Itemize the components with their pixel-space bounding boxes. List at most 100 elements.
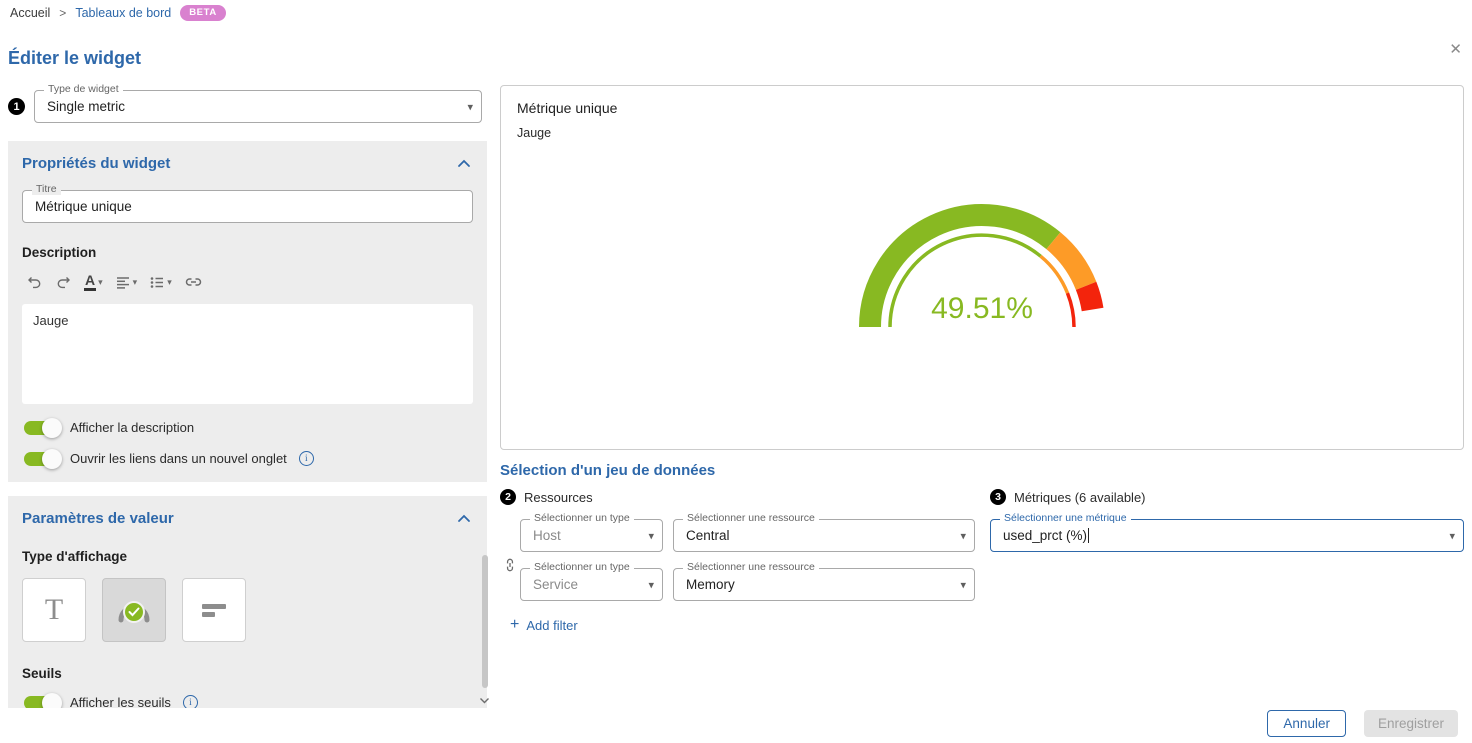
metrics-heading: 3 Métriques (6 available) — [990, 489, 1464, 505]
properties-panel: Propriétés du widget Titre Métrique uniq… — [8, 141, 487, 482]
resource-label: Sélectionner une ressource — [683, 562, 819, 573]
metrics-column: 3 Métriques (6 available) Sélectionner u… — [990, 489, 1464, 633]
bullet-list-icon — [149, 274, 165, 291]
link-icon[interactable] — [180, 271, 207, 293]
resource-select[interactable]: Sélectionner une ressource Memory ▾ — [673, 568, 975, 601]
gauge-chart: 49.51% — [842, 182, 1122, 337]
add-filter-label: Add filter — [526, 618, 577, 633]
chevron-down-icon: ▾ — [1449, 529, 1455, 542]
widget-type-select[interactable]: Type de widget Single metric ▾ — [34, 90, 482, 123]
metric-select-label: Sélectionner une métrique — [1000, 513, 1131, 524]
info-glyph: i — [189, 698, 192, 708]
open-links-toggle[interactable] — [24, 452, 58, 466]
footer-actions: Annuler Enregistrer — [1267, 710, 1458, 737]
widget-type-label: Type de widget — [44, 84, 123, 95]
cancel-button[interactable]: Annuler — [1267, 710, 1346, 737]
gauge-inner-arc-critical — [1068, 293, 1075, 327]
show-description-row: Afficher la description — [22, 420, 473, 435]
gauge-segment-warning — [1053, 241, 1086, 286]
value-params-panel: Paramètres de valeur Type d'affichage T — [8, 496, 487, 708]
step-2-badge: 2 — [500, 489, 516, 505]
resource-row: Sélectionner un type Service ▾ Sélection… — [520, 568, 990, 601]
font-color-button[interactable]: A ▾ — [80, 270, 107, 294]
show-thresholds-row: Afficher les seuils i — [22, 695, 473, 708]
check-icon — [123, 601, 145, 623]
title-input-value: Métrique unique — [35, 199, 132, 214]
display-type-label: Type d'affichage — [22, 549, 473, 564]
chevron-down-icon: ▾ — [648, 578, 654, 591]
add-filter-button[interactable]: + Add filter — [500, 617, 990, 633]
widget-type-value: Single metric — [47, 99, 125, 114]
breadcrumb: Accueil > Tableaux de bord BETA — [10, 5, 226, 21]
breadcrumb-dashboards-link[interactable]: Tableaux de bord — [75, 6, 171, 20]
align-button[interactable]: ▾ — [111, 271, 142, 294]
text-display-icon: T — [45, 593, 63, 627]
show-thresholds-toggle[interactable] — [24, 696, 58, 709]
scrollbar[interactable] — [482, 555, 488, 688]
page-title: Éditer le widget — [8, 48, 141, 69]
resource-type-value: Host — [533, 528, 561, 543]
widget-preview: Métrique unique Jauge 49.51% — [500, 85, 1464, 450]
show-thresholds-label: Afficher les seuils — [70, 695, 171, 708]
chevron-up-icon[interactable] — [455, 157, 473, 170]
open-links-label: Ouvrir les liens dans un nouvel onglet — [70, 451, 287, 466]
resource-value: Memory — [686, 577, 735, 592]
resource-rows: Sélectionner un type Host ▾ Sélectionner… — [500, 519, 990, 601]
widget-settings-column: 1 Type de widget Single metric ▾ Proprié… — [8, 84, 487, 708]
chevron-down-icon: ▾ — [960, 529, 966, 542]
chevron-down-icon: ▾ — [98, 277, 103, 288]
resource-label: Sélectionner une ressource — [683, 513, 819, 524]
dataset-columns: 2 Ressources Sélectionner un type Host ▾ — [500, 489, 1464, 633]
resource-value: Central — [686, 528, 730, 543]
display-type-options: T — [22, 578, 473, 642]
resource-type-label: Sélectionner un type — [530, 513, 634, 524]
title-input-label: Titre — [32, 184, 61, 195]
undo-icon[interactable] — [22, 271, 47, 294]
resource-row: Sélectionner un type Host ▾ Sélectionner… — [520, 519, 990, 552]
metric-select-value: used_prct (%) — [1003, 528, 1087, 543]
link-chain-icon — [499, 558, 517, 573]
preview-subtitle: Jauge — [517, 126, 1447, 140]
list-button[interactable]: ▾ — [145, 271, 176, 294]
properties-panel-title: Propriétés du widget — [22, 155, 170, 172]
display-type-bars-button[interactable] — [182, 578, 246, 642]
metric-select[interactable]: Sélectionner une métrique used_prct (%) … — [990, 519, 1464, 552]
plus-icon: + — [510, 617, 519, 633]
redo-icon[interactable] — [51, 271, 76, 294]
close-icon[interactable]: ✕ — [1449, 42, 1462, 57]
chevron-up-icon[interactable] — [455, 512, 473, 525]
description-label: Description — [22, 245, 473, 260]
resource-select[interactable]: Sélectionner une ressource Central ▾ — [673, 519, 975, 552]
chevron-down-icon: ▾ — [167, 277, 172, 288]
align-icon — [115, 274, 131, 291]
resource-type-select[interactable]: Sélectionner un type Host ▾ — [520, 519, 663, 552]
open-links-row: Ouvrir les liens dans un nouvel onglet i — [22, 451, 473, 466]
font-color-icon: A — [84, 273, 96, 291]
scroll-down-icon[interactable] — [479, 691, 490, 709]
resource-type-value: Service — [533, 577, 578, 592]
save-button[interactable]: Enregistrer — [1364, 710, 1458, 737]
info-icon[interactable]: i — [299, 451, 314, 466]
breadcrumb-home-link[interactable]: Accueil — [10, 6, 50, 20]
info-glyph: i — [305, 454, 308, 464]
value-params-title: Paramètres de valeur — [22, 510, 174, 527]
gauge-value: 49.51% — [931, 292, 1033, 325]
resources-column: 2 Ressources Sélectionner un type Host ▾ — [500, 489, 990, 633]
step-1-badge: 1 — [8, 98, 25, 115]
text-cursor — [1088, 528, 1089, 543]
description-text: Jauge — [33, 313, 68, 328]
display-type-text-button[interactable]: T — [22, 578, 86, 642]
resource-type-select[interactable]: Sélectionner un type Service ▾ — [520, 568, 663, 601]
widget-type-row: 1 Type de widget Single metric ▾ — [8, 90, 487, 123]
info-icon[interactable]: i — [183, 695, 198, 708]
resources-heading: 2 Ressources — [500, 489, 990, 505]
chevron-down-icon: ▾ — [648, 529, 654, 542]
preview-title: Métrique unique — [517, 100, 1447, 116]
resources-label: Ressources — [524, 490, 593, 505]
title-input[interactable]: Titre Métrique unique — [22, 190, 473, 223]
resource-type-label: Sélectionner un type — [530, 562, 634, 573]
display-type-gauge-button[interactable] — [102, 578, 166, 642]
dataset-section-title: Sélection d'un jeu de données — [500, 462, 1464, 479]
show-description-toggle[interactable] — [24, 421, 58, 435]
description-editor[interactable]: Jauge — [22, 304, 473, 404]
